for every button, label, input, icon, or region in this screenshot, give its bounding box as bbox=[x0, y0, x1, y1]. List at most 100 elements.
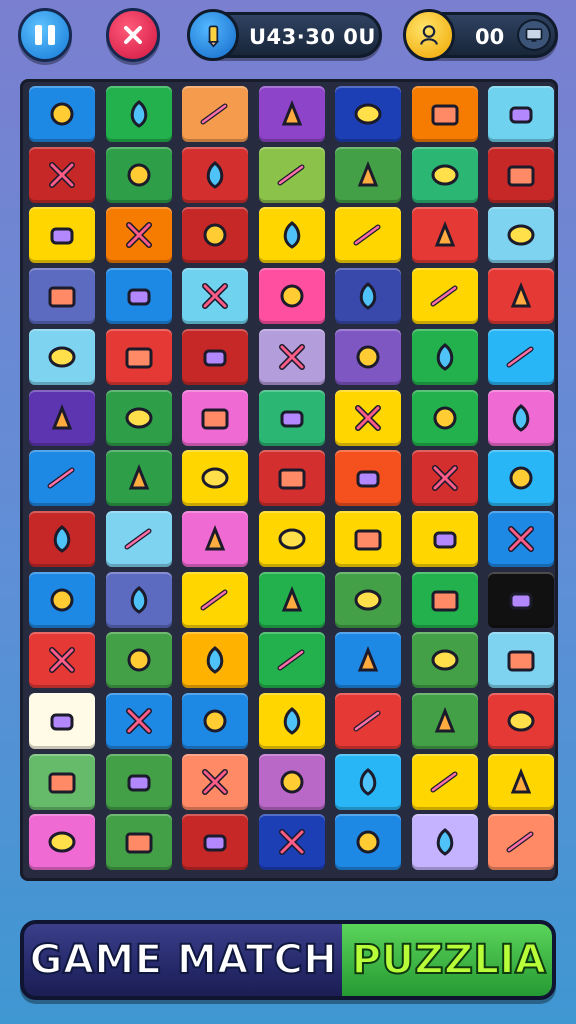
tile[interactable] bbox=[105, 632, 172, 689]
pause-button[interactable] bbox=[18, 8, 72, 62]
tile[interactable] bbox=[258, 510, 325, 567]
tile[interactable] bbox=[411, 328, 478, 385]
monitor-button[interactable] bbox=[517, 19, 551, 51]
tile[interactable] bbox=[335, 389, 401, 446]
tile[interactable] bbox=[258, 268, 325, 325]
tile[interactable] bbox=[182, 146, 248, 203]
tile[interactable] bbox=[488, 814, 554, 871]
tile[interactable] bbox=[258, 753, 325, 810]
tile[interactable] bbox=[335, 814, 401, 871]
tile[interactable] bbox=[335, 450, 401, 507]
tile[interactable] bbox=[335, 632, 401, 689]
tile[interactable] bbox=[29, 146, 95, 203]
tile[interactable] bbox=[29, 207, 95, 264]
tile[interactable] bbox=[258, 814, 325, 871]
tile[interactable] bbox=[105, 814, 172, 871]
tile[interactable] bbox=[258, 328, 325, 385]
tile[interactable] bbox=[182, 814, 248, 871]
tile[interactable] bbox=[411, 753, 478, 810]
tile[interactable] bbox=[335, 207, 401, 264]
tile[interactable] bbox=[105, 510, 172, 567]
tile[interactable] bbox=[488, 389, 554, 446]
tile[interactable] bbox=[411, 571, 478, 628]
tile[interactable] bbox=[258, 693, 325, 749]
tile-item-icon bbox=[354, 529, 382, 551]
tile[interactable] bbox=[411, 207, 478, 264]
score-text: U43·30 0U bbox=[249, 25, 376, 49]
tile-item-icon bbox=[356, 830, 380, 854]
tile[interactable] bbox=[258, 389, 325, 446]
tile[interactable] bbox=[488, 86, 554, 142]
tile[interactable] bbox=[105, 693, 172, 749]
tile[interactable] bbox=[335, 753, 401, 810]
tile[interactable] bbox=[488, 328, 554, 385]
tile[interactable] bbox=[182, 389, 248, 446]
tile[interactable] bbox=[335, 510, 401, 567]
tile-item-icon bbox=[356, 470, 380, 488]
tile[interactable] bbox=[29, 510, 95, 567]
tile[interactable] bbox=[411, 389, 478, 446]
tile[interactable] bbox=[29, 389, 95, 446]
close-button[interactable] bbox=[106, 8, 160, 62]
tile[interactable] bbox=[258, 571, 325, 628]
tile[interactable] bbox=[258, 632, 325, 689]
tile[interactable] bbox=[182, 753, 248, 810]
tile[interactable] bbox=[411, 632, 478, 689]
tile[interactable] bbox=[105, 146, 172, 203]
tile[interactable] bbox=[411, 510, 478, 567]
tile[interactable] bbox=[488, 693, 554, 749]
tile[interactable] bbox=[335, 146, 401, 203]
tile[interactable] bbox=[488, 753, 554, 810]
tile[interactable] bbox=[335, 268, 401, 325]
tile[interactable] bbox=[105, 571, 172, 628]
tile[interactable] bbox=[29, 693, 95, 749]
tile[interactable] bbox=[105, 268, 172, 325]
tile[interactable] bbox=[258, 207, 325, 264]
tile[interactable] bbox=[105, 328, 172, 385]
tile[interactable] bbox=[105, 753, 172, 810]
tile[interactable] bbox=[182, 268, 248, 325]
tile[interactable] bbox=[258, 86, 325, 142]
tile[interactable] bbox=[258, 146, 325, 203]
tile[interactable] bbox=[411, 693, 478, 749]
tile[interactable] bbox=[29, 86, 95, 142]
tile[interactable] bbox=[105, 450, 172, 507]
tile-item-icon bbox=[508, 525, 534, 552]
tile[interactable] bbox=[488, 450, 554, 507]
tile[interactable] bbox=[182, 328, 248, 385]
tile[interactable] bbox=[105, 207, 172, 264]
tile[interactable] bbox=[29, 450, 95, 507]
tile[interactable] bbox=[488, 632, 554, 689]
tile[interactable] bbox=[488, 146, 554, 203]
tile[interactable] bbox=[182, 693, 248, 749]
tile[interactable] bbox=[335, 328, 401, 385]
tile[interactable] bbox=[105, 86, 172, 142]
tile[interactable] bbox=[488, 268, 554, 325]
tile[interactable] bbox=[182, 207, 248, 264]
tile[interactable] bbox=[258, 450, 325, 507]
tile[interactable] bbox=[29, 632, 95, 689]
tile[interactable] bbox=[29, 268, 95, 325]
tile-item-icon bbox=[281, 99, 302, 126]
tile[interactable] bbox=[411, 146, 478, 203]
tile[interactable] bbox=[411, 450, 478, 507]
tile[interactable] bbox=[182, 86, 248, 142]
tile[interactable] bbox=[182, 571, 248, 628]
tile[interactable] bbox=[411, 814, 478, 871]
tile[interactable] bbox=[411, 86, 478, 142]
tile[interactable] bbox=[488, 207, 554, 264]
tile[interactable] bbox=[29, 571, 95, 628]
tile[interactable] bbox=[182, 510, 248, 567]
tile[interactable] bbox=[182, 632, 248, 689]
tile[interactable] bbox=[488, 510, 554, 567]
tile[interactable] bbox=[335, 693, 401, 749]
tile[interactable] bbox=[105, 389, 172, 446]
tile[interactable] bbox=[29, 328, 95, 385]
tile[interactable] bbox=[29, 814, 95, 871]
tile[interactable] bbox=[411, 268, 478, 325]
tile[interactable] bbox=[335, 86, 401, 142]
tile[interactable] bbox=[488, 571, 554, 628]
tile[interactable] bbox=[182, 450, 248, 507]
tile[interactable] bbox=[335, 571, 401, 628]
tile[interactable] bbox=[29, 753, 95, 810]
